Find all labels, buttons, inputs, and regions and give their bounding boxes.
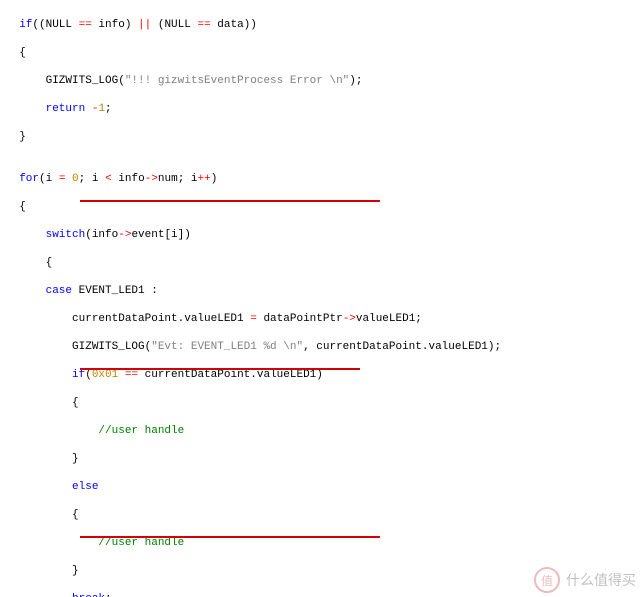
code-line: //user handle (6, 424, 640, 438)
code-line: GIZWITS_LOG("!!! gizwitsEventProcess Err… (6, 74, 640, 88)
code-line: return -1; (6, 102, 640, 116)
code-line: { (6, 46, 640, 60)
code-line: } (6, 130, 640, 144)
code-line: //user handle (6, 536, 640, 550)
code-line: for(i = 0; i < info->num; i++) (6, 172, 640, 186)
code-line: if((NULL == info) || (NULL == data)) (6, 18, 640, 32)
code-line: { (6, 200, 640, 214)
underline-annotation-1 (80, 200, 380, 202)
watermark: 值 什么值得买 (534, 567, 636, 593)
code-line: else (6, 480, 640, 494)
code-area: if((NULL == info) || (NULL == data)) { G… (0, 0, 640, 597)
watermark-logo-icon: 值 (534, 567, 560, 593)
underline-annotation-3 (80, 536, 380, 538)
code-line: GIZWITS_LOG("Evt: EVENT_LED1 %d \n", cur… (6, 340, 640, 354)
watermark-text: 什么值得买 (566, 570, 636, 590)
code-line: { (6, 396, 640, 410)
code-line: { (6, 508, 640, 522)
code-line: } (6, 452, 640, 466)
code-line: case EVENT_LED1 : (6, 284, 640, 298)
code-line: switch(info->event[i]) (6, 228, 640, 242)
underline-annotation-2 (80, 368, 360, 370)
code-line: if(0x01 == currentDataPoint.valueLED1) (6, 368, 640, 382)
code-line: currentDataPoint.valueLED1 = dataPointPt… (6, 312, 640, 326)
code-line: { (6, 256, 640, 270)
